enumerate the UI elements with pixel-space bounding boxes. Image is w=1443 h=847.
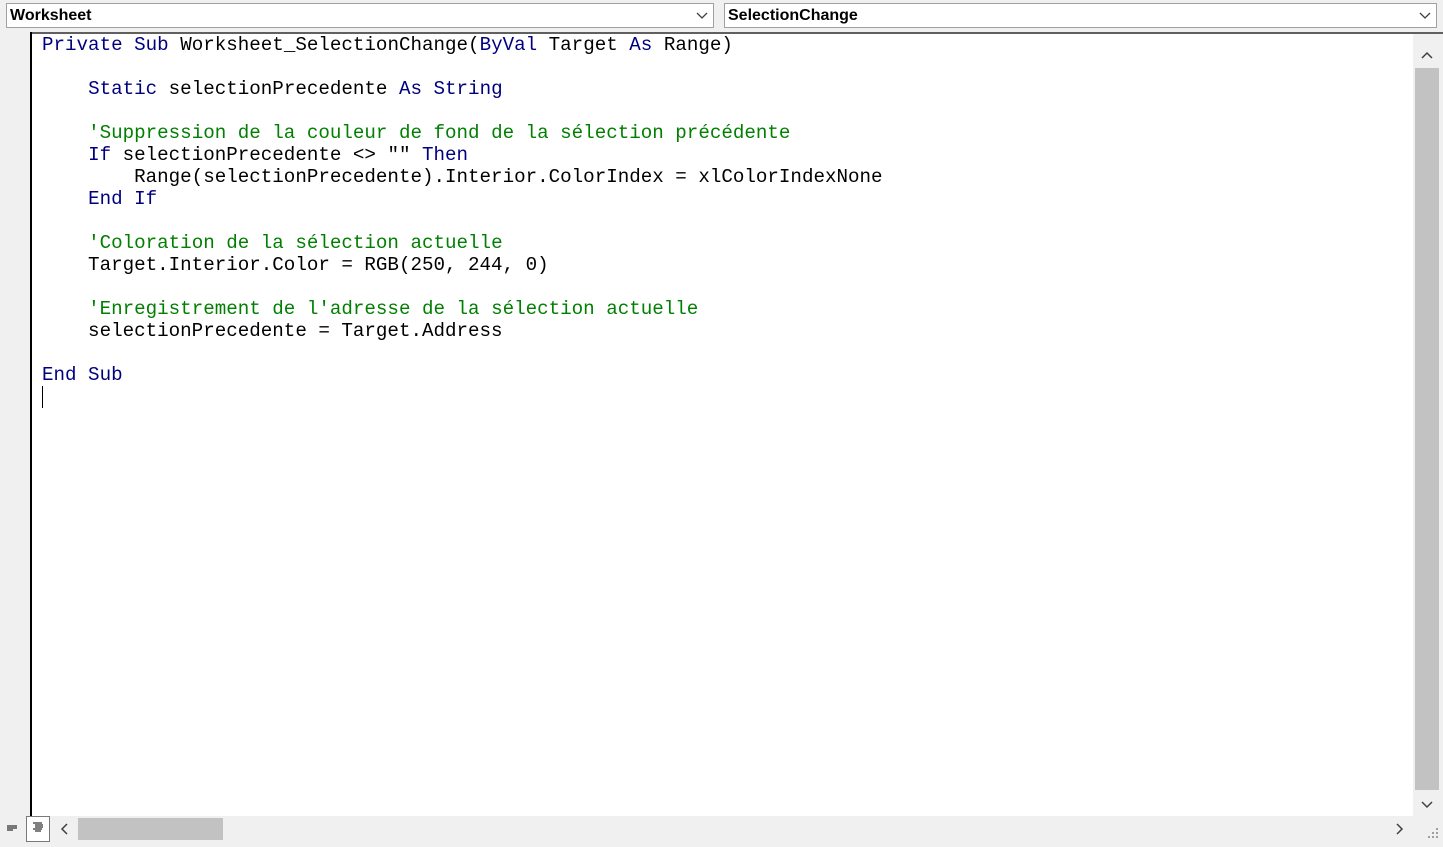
text-caret: [42, 386, 43, 408]
code-line[interactable]: [42, 210, 883, 232]
object-dropdown[interactable]: Worksheet: [6, 3, 714, 28]
code-comment: 'Suppression de la couleur de fond de la…: [88, 122, 791, 144]
code-keyword: Private Sub: [42, 34, 181, 56]
chevron-down-icon[interactable]: [691, 4, 713, 27]
code-line[interactable]: [42, 276, 883, 298]
code-token: selectionPrecedente: [168, 78, 399, 100]
procedure-dropdown[interactable]: SelectionChange: [724, 3, 1437, 28]
vertical-scrollbar[interactable]: [1413, 34, 1441, 816]
chevron-left-icon[interactable]: [52, 816, 76, 842]
code-token: Range): [663, 34, 733, 56]
bottom-bar: [0, 816, 1443, 844]
full-module-view-button[interactable]: [26, 816, 50, 842]
code-keyword: End Sub: [42, 364, 123, 386]
code-keyword: As String: [398, 78, 503, 100]
object-dropdown-value: Worksheet: [10, 6, 92, 24]
code-line[interactable]: Target.Interior.Color = RGB(250, 244, 0): [42, 254, 883, 276]
code-keyword: End If: [88, 188, 158, 210]
code-keyword: Static: [88, 78, 169, 100]
code-line[interactable]: selectionPrecedente = Target.Address: [42, 320, 883, 342]
code-token: Range(selectionPrecedente).Interior.Colo…: [42, 166, 883, 188]
horizontal-scroll-thumb[interactable]: [78, 818, 223, 840]
code-keyword: ByVal: [479, 34, 549, 56]
code-line[interactable]: [42, 100, 883, 122]
code-text[interactable]: Private Sub Worksheet_SelectionChange(By…: [42, 34, 883, 408]
code-line[interactable]: End Sub: [42, 364, 883, 386]
code-line[interactable]: [42, 386, 883, 408]
code-line[interactable]: 'Coloration de la sélection actuelle: [42, 232, 883, 254]
code-line[interactable]: 'Enregistrement de l'adresse de la sélec…: [42, 298, 883, 320]
code-line[interactable]: 'Suppression de la couleur de fond de la…: [42, 122, 883, 144]
code-keyword: If: [88, 144, 123, 166]
code-keyword: As: [629, 34, 664, 56]
code-keyword: Then: [421, 144, 469, 166]
code-editor[interactable]: Private Sub Worksheet_SelectionChange(By…: [32, 34, 1413, 816]
chevron-down-icon[interactable]: [1413, 792, 1441, 818]
code-line[interactable]: End If: [42, 188, 883, 210]
procedure-view-button[interactable]: [0, 816, 24, 842]
code-line[interactable]: [42, 56, 883, 78]
code-token: Target: [548, 34, 630, 56]
horizontal-scrollbar[interactable]: [52, 816, 1414, 842]
code-comment: 'Coloration de la sélection actuelle: [88, 232, 503, 254]
code-window: Private Sub Worksheet_SelectionChange(By…: [0, 32, 1443, 844]
vertical-scroll-thumb[interactable]: [1415, 68, 1439, 790]
code-token: Target.Interior.Color = RGB(250, 244, 0): [42, 254, 549, 276]
code-comment: 'Enregistrement de l'adresse de la sélec…: [88, 298, 699, 320]
chevron-up-icon[interactable]: [1413, 42, 1441, 68]
code-token: Worksheet_SelectionChange(: [180, 34, 480, 56]
procedure-view-icon: [6, 820, 18, 838]
code-line[interactable]: Private Sub Worksheet_SelectionChange(By…: [42, 34, 883, 56]
code-token: selectionPrecedente <> "": [122, 144, 422, 166]
margin-indicator-bar[interactable]: [0, 32, 32, 816]
code-line[interactable]: Static selectionPrecedente As String: [42, 78, 883, 100]
size-grip-icon[interactable]: [1416, 816, 1442, 842]
code-line[interactable]: If selectionPrecedente <> "" Then: [42, 144, 883, 166]
code-line[interactable]: [42, 342, 883, 364]
chevron-right-icon[interactable]: [1388, 816, 1412, 842]
code-line[interactable]: Range(selectionPrecedente).Interior.Colo…: [42, 166, 883, 188]
code-token: selectionPrecedente = Target.Address: [42, 320, 503, 342]
full-module-view-icon: [32, 820, 44, 838]
procedure-dropdown-value: SelectionChange: [728, 6, 858, 24]
chevron-down-icon[interactable]: [1414, 4, 1436, 27]
